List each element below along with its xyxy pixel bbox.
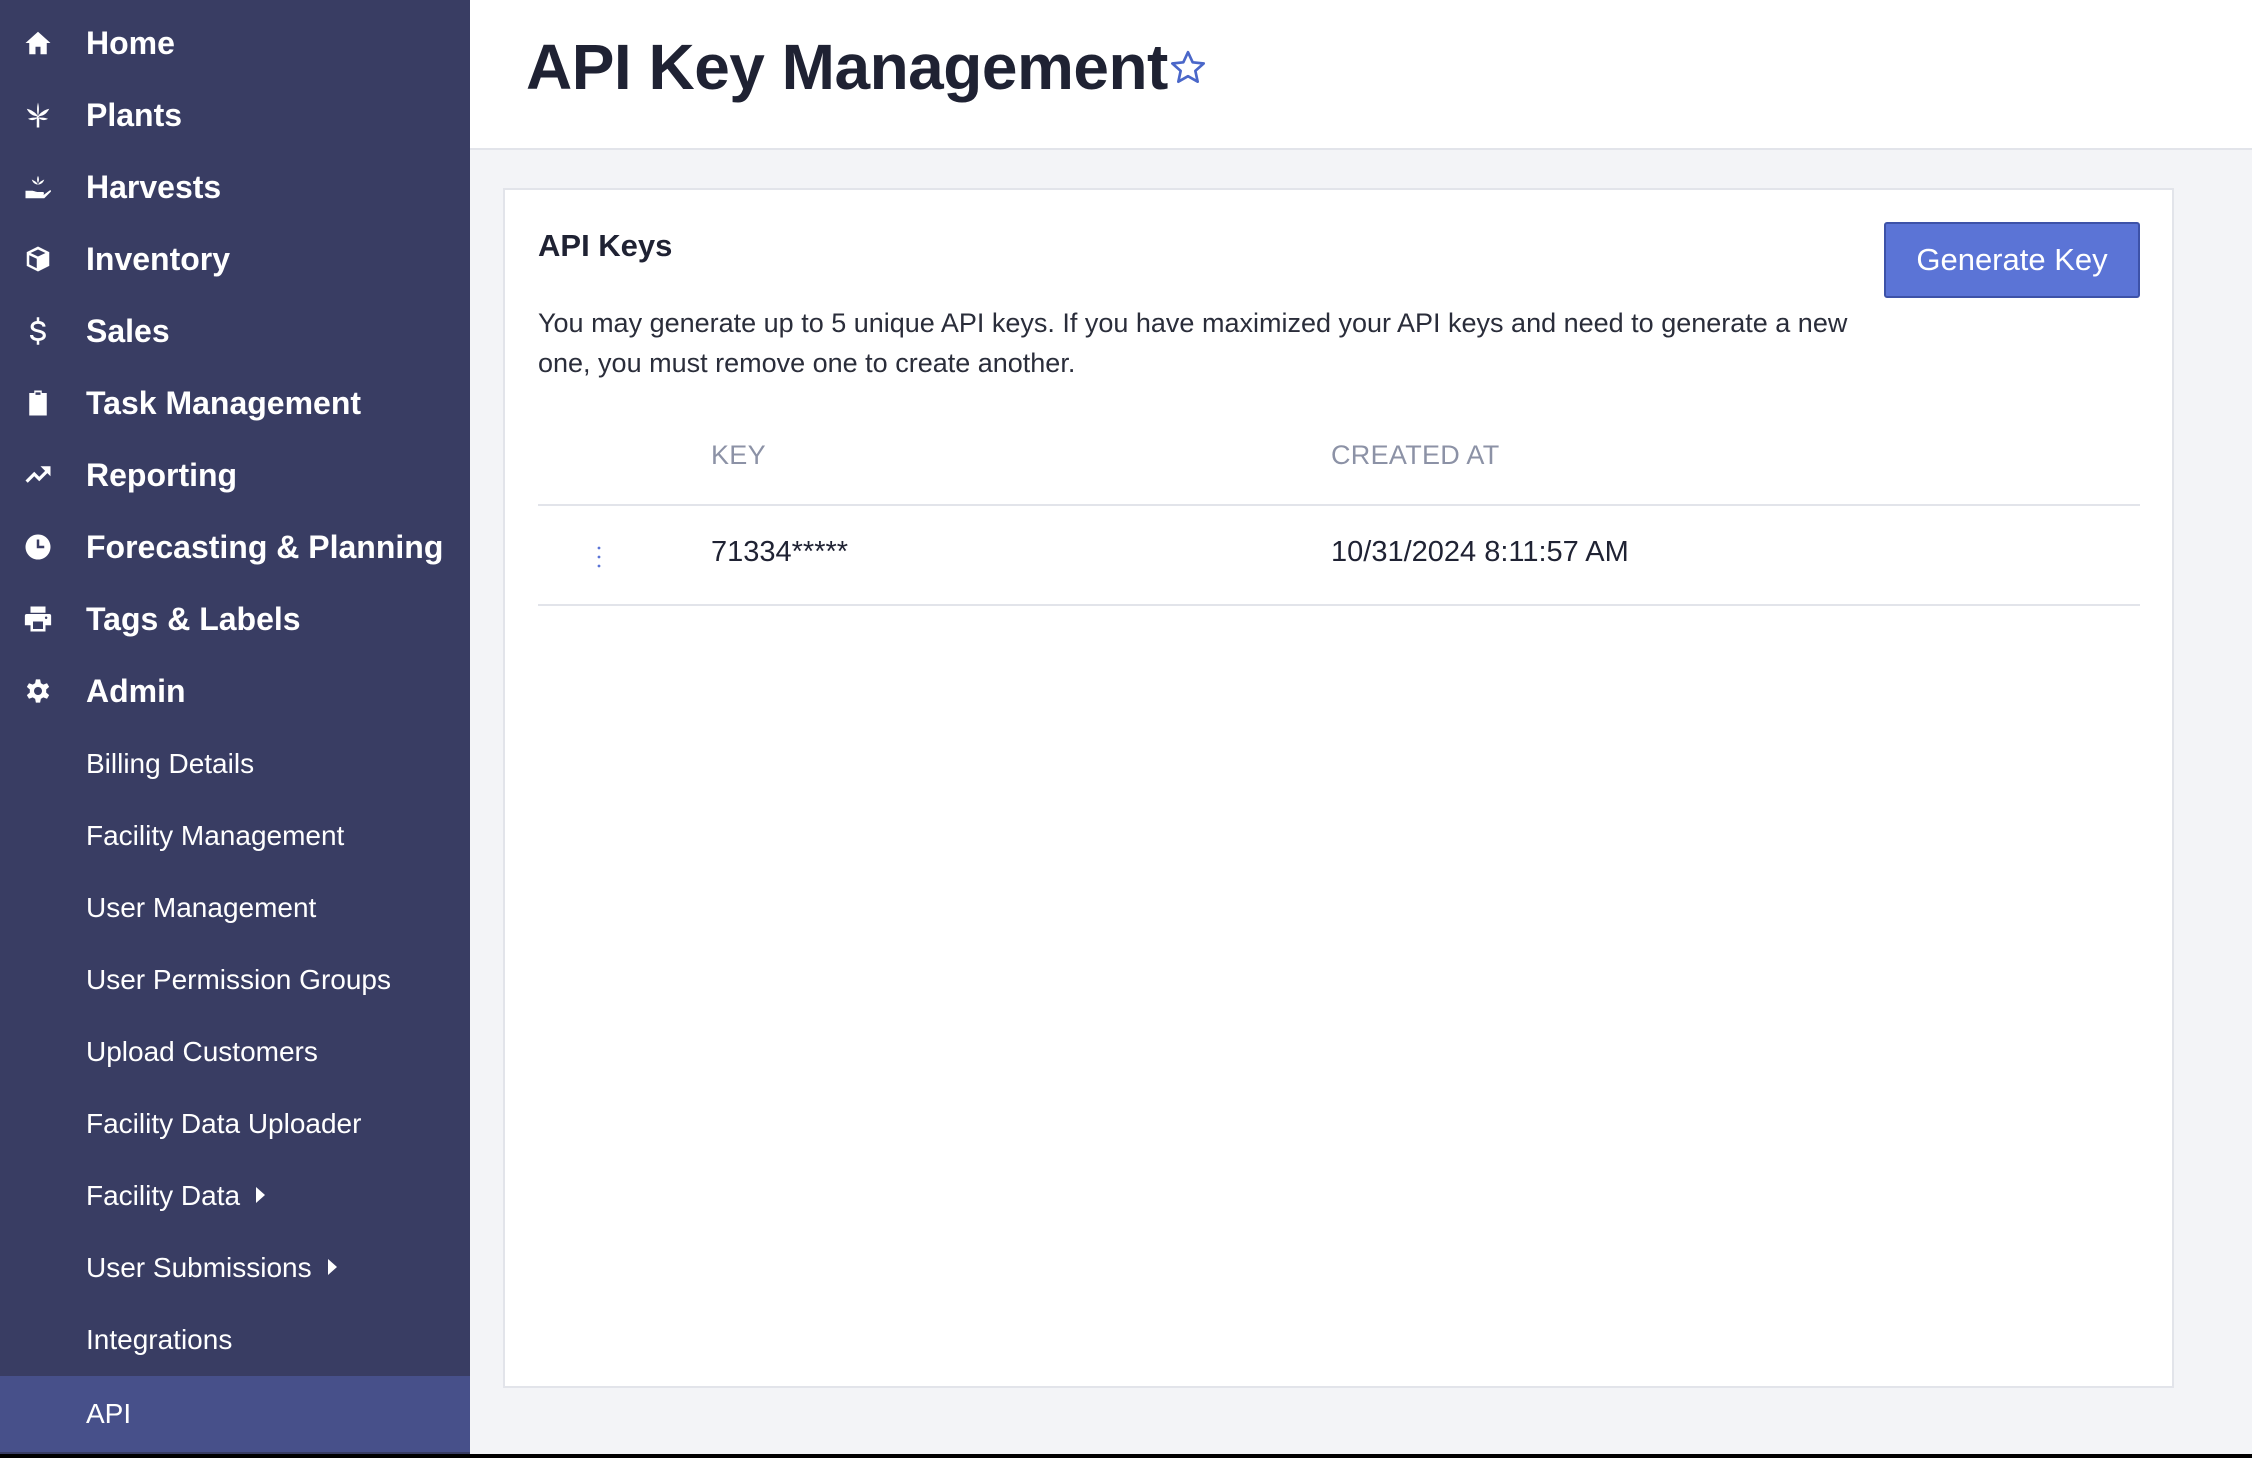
- sidebar-item-harvests[interactable]: Harvests: [0, 151, 470, 223]
- sidebar-subitem-user-management[interactable]: User Management: [0, 872, 470, 944]
- clipboard-check-icon: [22, 387, 54, 419]
- sidebar-item-label: Tags & Labels: [86, 600, 301, 637]
- sidebar-subitem-label: Upload Customers: [86, 1036, 318, 1067]
- sidebar-subitem-user-submissions[interactable]: User Submissions: [0, 1232, 470, 1304]
- api-keys-table: KEY CREATED AT 71334***** 10/31/2024 8:1…: [538, 418, 2140, 606]
- page-title: API Key Management: [526, 31, 1168, 103]
- sidebar-item-label: Home: [86, 24, 175, 61]
- sidebar-subitem-facility-data[interactable]: Facility Data: [0, 1160, 470, 1232]
- sidebar-item-tags-labels[interactable]: Tags & Labels: [0, 583, 470, 655]
- card-description: You may generate up to 5 unique API keys…: [538, 308, 1848, 378]
- sidebar-subitem-user-permission-groups[interactable]: User Permission Groups: [0, 944, 470, 1016]
- sidebar-subitem-label-wrap: User Submissions: [86, 1252, 337, 1284]
- main-content: API Key Management API Keys You may gene…: [470, 0, 2252, 1454]
- sidebar-subitem-label: User Submissions: [86, 1252, 312, 1283]
- sidebar-item-label: Harvests: [86, 168, 222, 205]
- sidebar-subitem-billing-details[interactable]: Billing Details: [0, 728, 470, 800]
- api-key-created-at: 10/31/2024 8:11:57 AM: [1331, 536, 1629, 568]
- sidebar-item-plants[interactable]: Plants: [0, 79, 470, 151]
- sidebar-item-label: Plants: [86, 96, 183, 133]
- sidebar-item-home[interactable]: Home: [0, 7, 470, 79]
- sidebar-item-admin[interactable]: Admin: [0, 655, 470, 727]
- sidebar-item-reporting[interactable]: Reporting: [0, 439, 470, 511]
- sidebar-subitem-label: User Permission Groups: [86, 964, 391, 995]
- leaf-icon: [22, 99, 54, 131]
- sidebar-item-sales[interactable]: Sales: [0, 295, 470, 367]
- clock-icon: [22, 531, 54, 563]
- column-header-key: KEY: [711, 440, 766, 470]
- page-header: API Key Management: [470, 0, 2252, 150]
- sidebar-subitem-facility-data-uploader[interactable]: Facility Data Uploader: [0, 1088, 470, 1160]
- sidebar-subitem-label-wrap: Facility Data: [86, 1180, 266, 1212]
- sidebar-subitem-label: User Management: [86, 892, 317, 923]
- star-outline-icon[interactable]: [1168, 48, 1208, 88]
- sidebar-item-label: Task Management: [86, 384, 362, 421]
- sidebar-item-task-management[interactable]: Task Management: [0, 367, 470, 439]
- column-header-created-at: CREATED AT: [1331, 440, 1500, 470]
- sidebar-subitem-facility-management[interactable]: Facility Management: [0, 800, 470, 872]
- sidebar-subitem-label: API: [86, 1398, 132, 1429]
- hand-holding-icon: [22, 171, 54, 203]
- api-key-value: 71334*****: [711, 536, 849, 568]
- trending-up-icon: [22, 459, 54, 491]
- sidebar-subitem-label: Integrations: [86, 1324, 233, 1355]
- app-window: Home Plants Harvests Inventory Sales Tas…: [0, 0, 2252, 1454]
- sidebar-item-label: Sales: [86, 312, 170, 349]
- generate-key-button[interactable]: Generate Key: [1884, 222, 2140, 298]
- sidebar-item-label: Admin: [86, 672, 186, 709]
- sidebar-item-label: Forecasting & Planning: [86, 528, 444, 565]
- caret-right-icon: [256, 1186, 266, 1203]
- api-keys-card: API Keys You may generate up to 5 unique…: [503, 188, 2174, 1388]
- table-row: 71334***** 10/31/2024 8:11:57 AM: [538, 506, 2140, 606]
- caret-right-icon: [327, 1258, 337, 1275]
- sidebar-item-inventory[interactable]: Inventory: [0, 223, 470, 295]
- sidebar-subitem-upload-customers[interactable]: Upload Customers: [0, 1016, 470, 1088]
- sidebar-subitem-label: Facility Data: [86, 1180, 241, 1211]
- sidebar: Home Plants Harvests Inventory Sales Tas…: [0, 0, 470, 1454]
- sidebar-subitem-label: Facility Management: [86, 820, 345, 851]
- gear-icon: [22, 675, 54, 707]
- dollar-icon: [22, 315, 54, 347]
- sidebar-item-label: Reporting: [86, 456, 238, 493]
- printer-icon: [22, 603, 54, 635]
- sidebar-subitem-label: Facility Data Uploader: [86, 1108, 362, 1139]
- card-title: API Keys: [538, 228, 673, 263]
- sidebar-subitem-label: Billing Details: [86, 748, 255, 779]
- kebab-menu-icon[interactable]: [584, 542, 614, 572]
- box-icon: [22, 243, 54, 275]
- sidebar-subitem-api[interactable]: API: [0, 1376, 470, 1452]
- sidebar-item-forecasting[interactable]: Forecasting & Planning: [0, 511, 470, 583]
- home-icon: [22, 27, 54, 59]
- sidebar-subitem-integrations[interactable]: Integrations: [0, 1304, 470, 1376]
- table-header-row: KEY CREATED AT: [538, 418, 2140, 506]
- sidebar-item-label: Inventory: [86, 240, 231, 277]
